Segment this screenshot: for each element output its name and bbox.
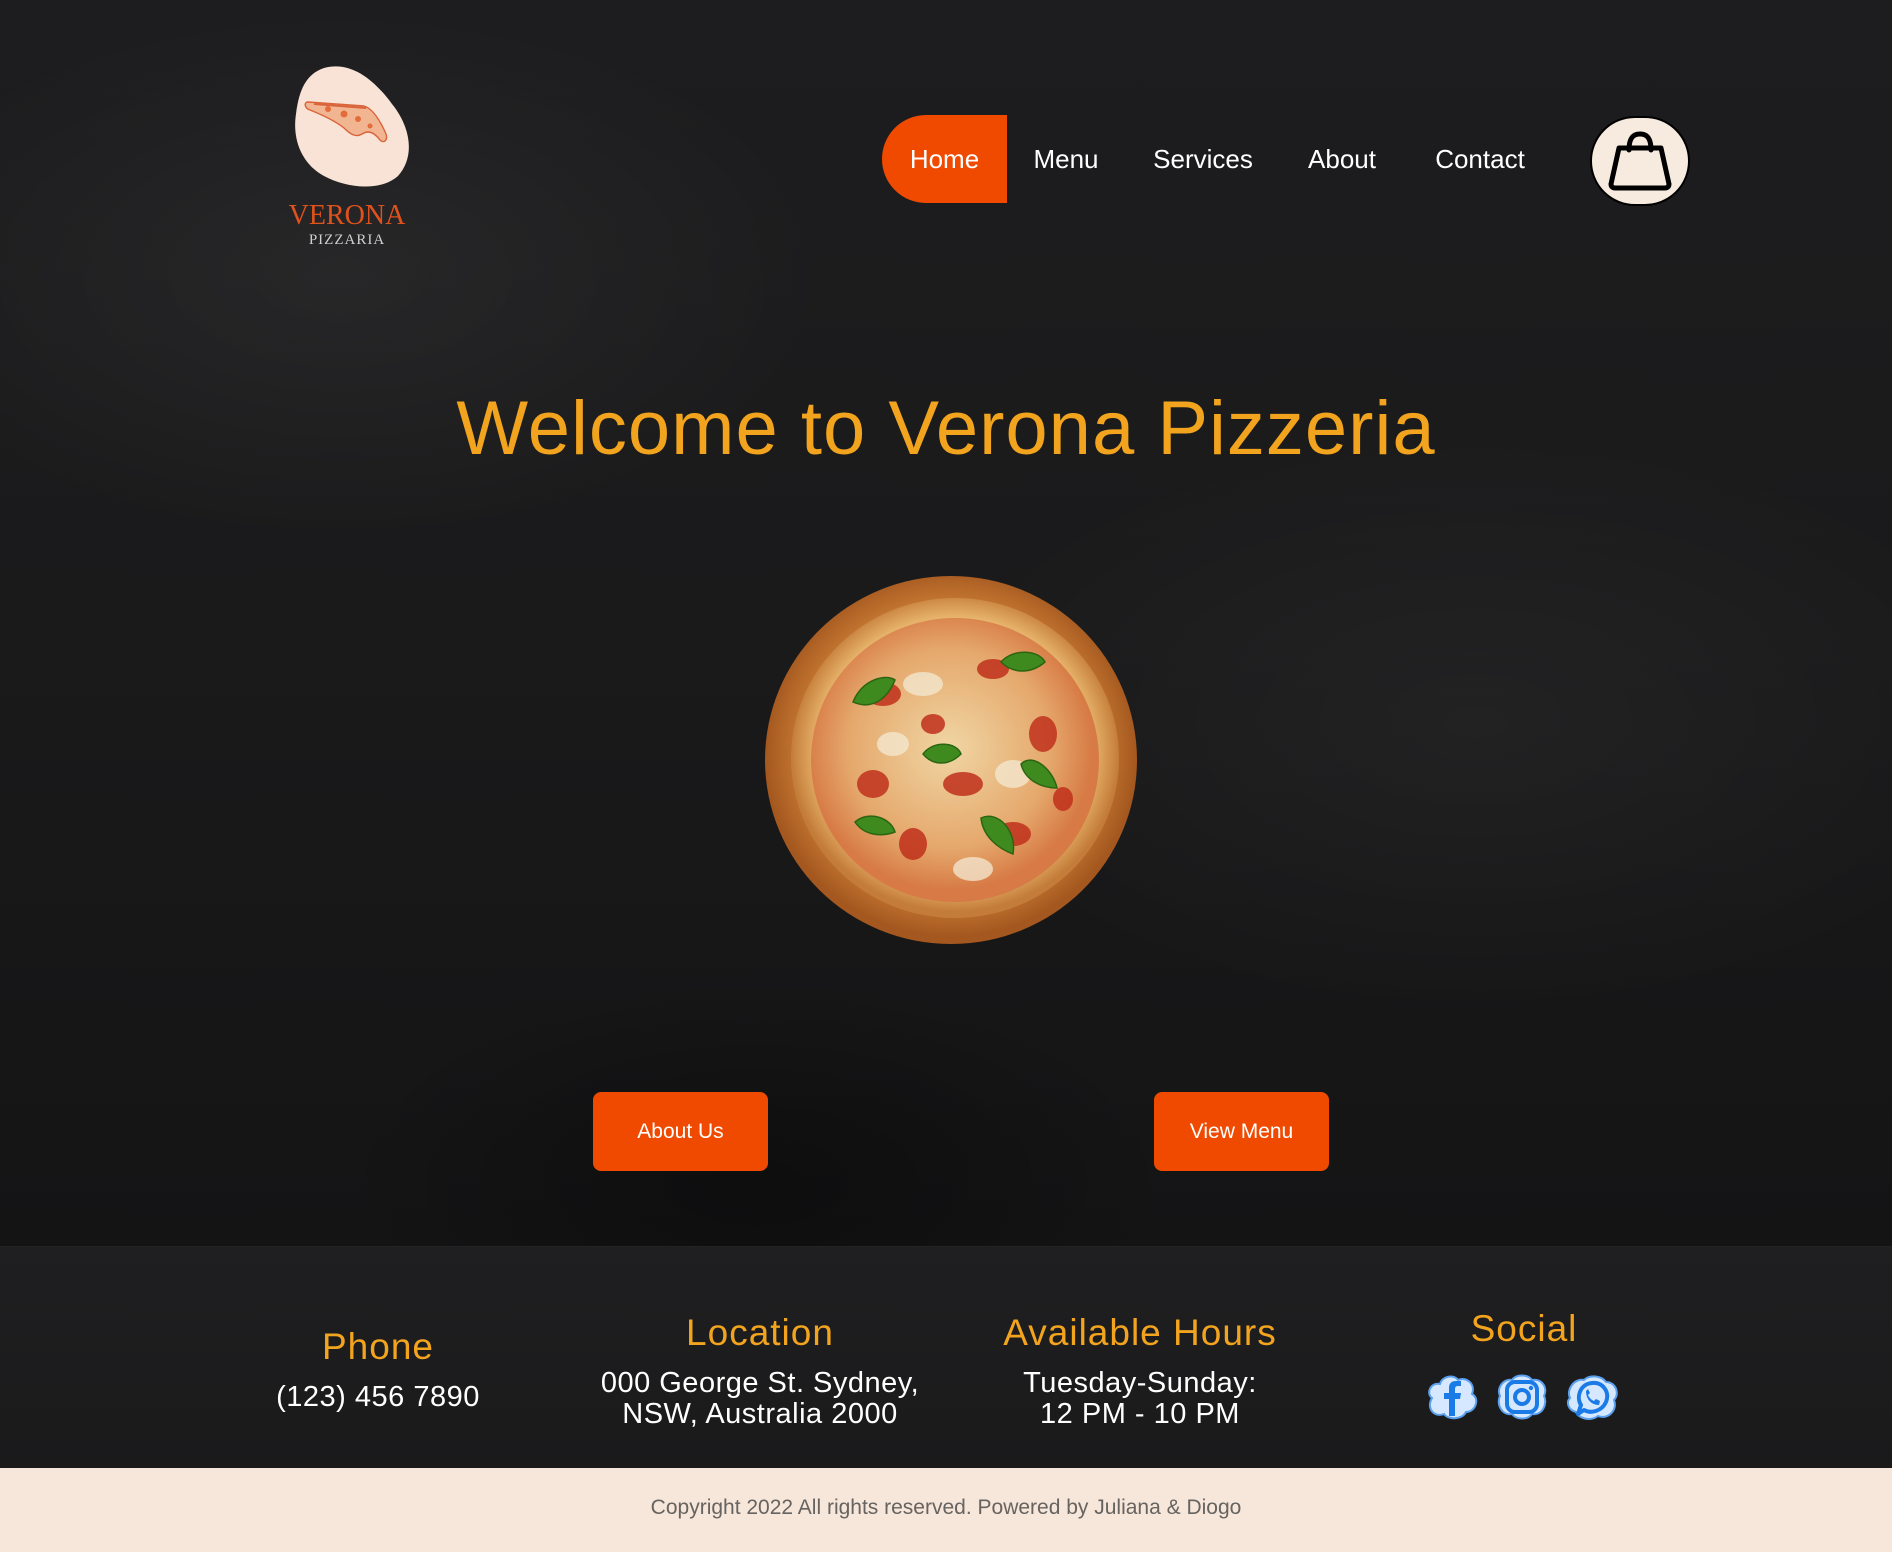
nav-home[interactable]: Home	[882, 115, 1007, 203]
nav-contact[interactable]: Contact	[1420, 115, 1540, 203]
hero-headline: Welcome to Verona Pizzeria	[456, 386, 1436, 471]
location-title: Location	[686, 1312, 834, 1353]
brand-logo[interactable]: VERONA PIZZARIA	[282, 64, 412, 254]
social-icons	[1424, 1372, 1624, 1424]
nav-services[interactable]: Services	[1140, 115, 1266, 203]
location-address: 000 George St. Sydney, NSW, Australia 20…	[560, 1368, 960, 1430]
location-line2: NSW, Australia 2000	[622, 1398, 898, 1430]
whatsapp-icon[interactable]	[1564, 1372, 1620, 1424]
brand-subtitle: PIZZARIA	[308, 232, 386, 248]
location-line1: 000 George St. Sydney,	[600, 1367, 920, 1399]
hours-line1: Tuesday-Sunday:	[1023, 1367, 1257, 1399]
about-us-button[interactable]: About Us	[593, 1092, 768, 1171]
copyright-text: Copyright 2022 All rights reserved. Powe…	[650, 1496, 1242, 1519]
view-menu-button[interactable]: View Menu	[1154, 1092, 1329, 1171]
pizza-slice-logo-icon	[295, 66, 409, 187]
instagram-icon[interactable]	[1494, 1372, 1550, 1424]
hours-line2: 12 PM - 10 PM	[1040, 1398, 1240, 1430]
phone-title: Phone	[322, 1326, 434, 1367]
pizza-image	[765, 576, 1137, 944]
cart-button[interactable]	[1590, 116, 1690, 206]
nav-menu[interactable]: Menu	[1016, 115, 1116, 203]
social-title: Social	[1470, 1308, 1578, 1349]
hours-title: Available Hours	[1003, 1312, 1277, 1353]
brand-name: VERONA	[288, 200, 406, 231]
nav-about[interactable]: About	[1296, 115, 1388, 203]
phone-value[interactable]: (123) 456 7890	[258, 1382, 498, 1413]
facebook-icon[interactable]	[1424, 1372, 1480, 1424]
hours-text: Tuesday-Sunday: 12 PM - 10 PM	[980, 1368, 1300, 1430]
shopping-bag-icon	[1608, 131, 1672, 191]
